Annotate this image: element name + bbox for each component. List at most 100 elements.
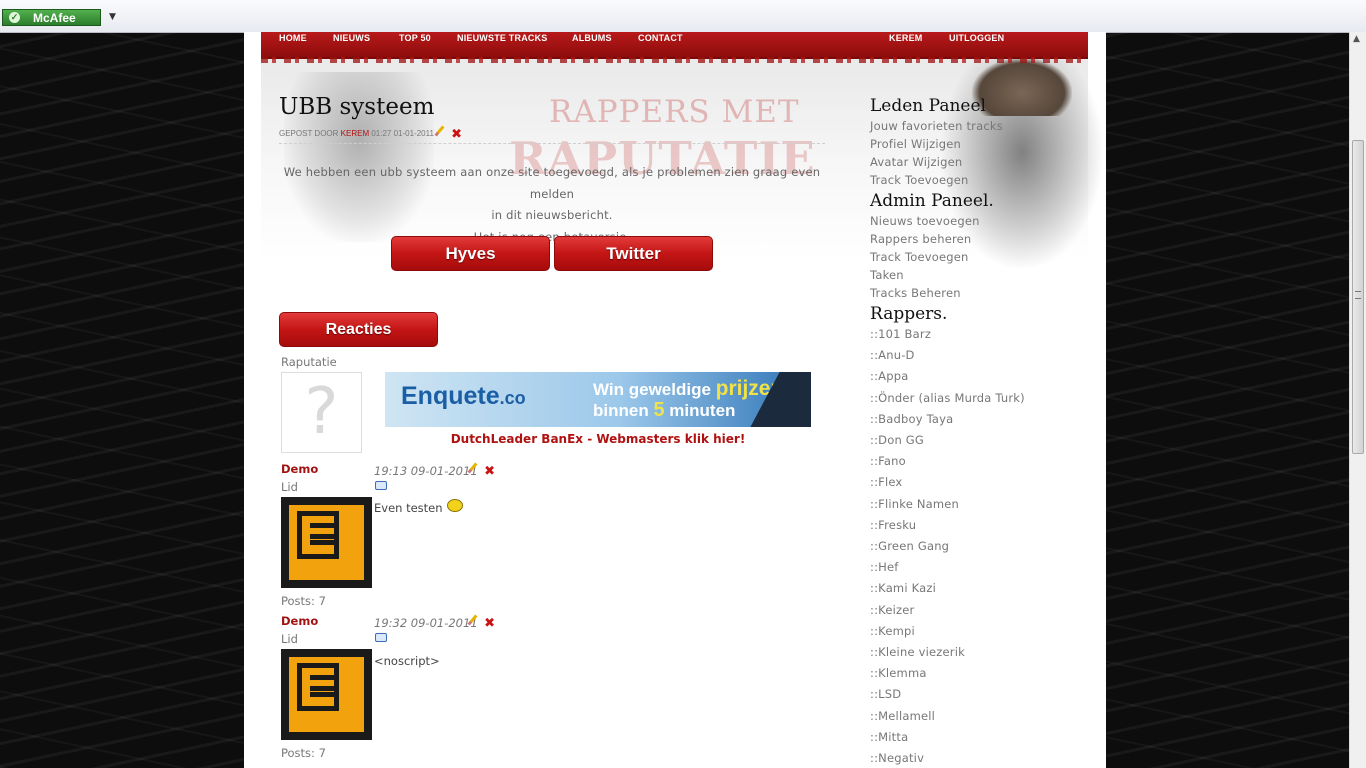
delete-icon[interactable]: ✖ — [484, 617, 495, 630]
post-meta: GEPOST DOOR KEREM 01:27 01-01-2011 — [279, 129, 434, 138]
leden-paneel-title: Leden Paneel — [870, 96, 986, 116]
vertical-scrollbar[interactable]: ▲ — [1349, 32, 1366, 768]
nav-torn-edge — [261, 57, 1088, 63]
sidebar-item-rapper[interactable]: ::Mellamell — [870, 709, 935, 723]
edit-icon[interactable] — [467, 463, 479, 475]
sidebar-link-tracks-beheren[interactable]: Tracks Beheren — [870, 286, 961, 300]
post-datetime: 01:27 01-01-2011 — [371, 129, 434, 138]
nav-nieuws[interactable]: NIEUWS — [333, 32, 370, 45]
grip-icon — [1355, 291, 1361, 299]
post-body-line: Het is nog een betaversie. — [473, 229, 631, 244]
mcafee-button[interactable]: ✓ McAfee — [2, 9, 101, 26]
sidebar-link-taken[interactable]: Taken — [870, 268, 904, 282]
sidebar-link-favorieten[interactable]: Jouw favorieten tracks — [870, 119, 1003, 133]
sidebar-item-rapper[interactable]: ::Kami Kazi — [870, 581, 936, 595]
delete-icon[interactable]: ✖ — [484, 465, 495, 478]
sidebar-item-rapper[interactable]: ::Negativ — [870, 751, 924, 765]
scrollbar-thumb[interactable] — [1352, 140, 1364, 454]
share-twitter-button[interactable]: Twitter — [554, 236, 713, 271]
nav-home[interactable]: HOME — [279, 32, 307, 45]
browser-toolbar: ✓ McAfee ▼ — [0, 0, 1366, 33]
delete-icon[interactable]: ✖ — [451, 128, 462, 141]
nav-top50[interactable]: TOP 50 — [399, 32, 431, 45]
comment-actions: ✖ — [467, 612, 495, 631]
sidebar-item-rapper[interactable]: ::Önder (alias Murda Turk) — [870, 391, 1025, 405]
rappers-title: Rappers. — [870, 304, 948, 324]
ad-banner[interactable]: Enquete.co Win geweldige prijzen binnen … — [385, 372, 811, 427]
page-container: RAPPERS MET RAPUTATIE HOME NIEUWS TOP 50… — [244, 32, 1106, 768]
banner-tagline-text: binnen — [593, 401, 654, 420]
post-meta-prefix: GEPOST DOOR — [279, 129, 339, 138]
banex-link[interactable]: DutchLeader BanEx - Webmasters klik hier… — [385, 432, 811, 446]
admin-paneel-title: Admin Paneel. — [870, 191, 994, 211]
avatar — [281, 649, 372, 740]
nav-nieuwste-tracks[interactable]: NIEUWSTE TRACKS — [457, 32, 548, 45]
comment-text-content: Even testen — [374, 501, 443, 515]
edit-icon[interactable] — [467, 615, 479, 627]
avatar — [281, 497, 372, 588]
share-hyves-button[interactable]: Hyves — [391, 236, 550, 271]
top-nav: HOME NIEUWS TOP 50 NIEUWSTE TRACKS ALBUM… — [261, 32, 1088, 59]
nav-albums[interactable]: ALBUMS — [572, 32, 612, 45]
sidebar-link-avatar[interactable]: Avatar Wijzigen — [870, 155, 962, 169]
chevron-down-icon[interactable]: ▼ — [109, 12, 116, 22]
check-icon: ✓ — [9, 12, 20, 23]
banner-tagline-2: binnen 5 minuten — [593, 399, 735, 422]
divider — [279, 143, 825, 144]
sidebar-item-rapper[interactable]: ::101 Barz — [870, 327, 931, 341]
banner-tagline-text: Win geweldige — [593, 380, 716, 399]
quote-icon[interactable] — [375, 481, 387, 490]
sidebar-item-rapper[interactable]: ::Klemma — [870, 666, 927, 680]
header-logo-line1: RAPPERS MET — [549, 94, 800, 130]
hat-image — [972, 58, 1072, 116]
scroll-up-icon[interactable]: ▲ — [1353, 34, 1360, 44]
sidebar-item-rapper[interactable]: ::Appa — [870, 369, 908, 383]
guest-label: Raputatie — [281, 355, 337, 369]
sidebar-link-nieuws[interactable]: Nieuws toevoegen — [870, 214, 980, 228]
post-author[interactable]: KEREM — [341, 129, 369, 138]
sidebar-item-rapper[interactable]: ::Flinke Namen — [870, 497, 959, 511]
comment-timestamp: 19:32 09-01-2011 — [374, 616, 478, 630]
sidebar-item-rapper[interactable]: ::Kempi — [870, 624, 915, 638]
sidebar-item-rapper[interactable]: ::Flex — [870, 475, 902, 489]
banner-tagline-highlight: 5 — [653, 399, 665, 421]
banner-tagline-1: Win geweldige prijzen — [593, 377, 783, 401]
banner-logo: Enquete.co — [401, 382, 526, 411]
sidebar-item-rapper[interactable]: ::Don GG — [870, 433, 924, 447]
comment-text: <noscript> — [374, 654, 440, 668]
sidebar-link-track-toevoegen[interactable]: Track Toevoegen — [870, 173, 969, 187]
nav-logout[interactable]: UITLOGGEN — [949, 32, 1004, 45]
sidebar-item-rapper[interactable]: ::Anu-D — [870, 348, 915, 362]
sidebar-item-rapper[interactable]: ::Fresku — [870, 518, 916, 532]
post-actions: ✖ — [434, 123, 462, 142]
sidebar-item-rapper[interactable]: ::Hef — [870, 560, 899, 574]
sidebar-link-admin-track[interactable]: Track Toevoegen — [870, 250, 969, 264]
sidebar-item-rapper[interactable]: ::Green Gang — [870, 539, 949, 553]
placeholder-avatar: ? — [281, 372, 362, 453]
comment-role: Lid — [281, 480, 298, 494]
comment-author[interactable]: Demo — [281, 462, 318, 476]
sidebar-link-profiel[interactable]: Profiel Wijzigen — [870, 137, 961, 151]
comment-post-count: Posts: 7 — [281, 594, 326, 608]
sidebar-item-rapper[interactable]: ::Badboy Taya — [870, 412, 953, 426]
quote-icon[interactable] — [375, 633, 387, 642]
banner-logo-main: Enquete — [401, 382, 500, 410]
nav-contact[interactable]: CONTACT — [638, 32, 683, 45]
sidebar-item-rapper[interactable]: ::Mitta — [870, 730, 908, 744]
post-body: We hebben een ubb systeem aan onze site … — [279, 162, 825, 248]
smiley-icon — [446, 499, 463, 512]
mcafee-label: McAfee — [33, 11, 76, 25]
comment-role: Lid — [281, 632, 298, 646]
sidebar-link-rappers-beheren[interactable]: Rappers beheren — [870, 232, 971, 246]
edit-icon[interactable] — [434, 126, 446, 138]
comment-post-count: Posts: 7 — [281, 746, 326, 760]
banner-tagline-text: minuten — [664, 401, 736, 420]
nav-user[interactable]: KEREM — [889, 32, 923, 45]
sidebar-item-rapper[interactable]: ::Fano — [870, 454, 906, 468]
sidebar-item-rapper[interactable]: ::LSD — [870, 687, 901, 701]
sidebar-item-rapper[interactable]: ::Keizer — [870, 603, 914, 617]
comment-timestamp: 19:13 09-01-2011 — [374, 464, 478, 478]
comment-author[interactable]: Demo — [281, 614, 318, 628]
post-title: UBB systeem — [279, 94, 435, 120]
sidebar-item-rapper[interactable]: ::Kleine viezerik — [870, 645, 965, 659]
